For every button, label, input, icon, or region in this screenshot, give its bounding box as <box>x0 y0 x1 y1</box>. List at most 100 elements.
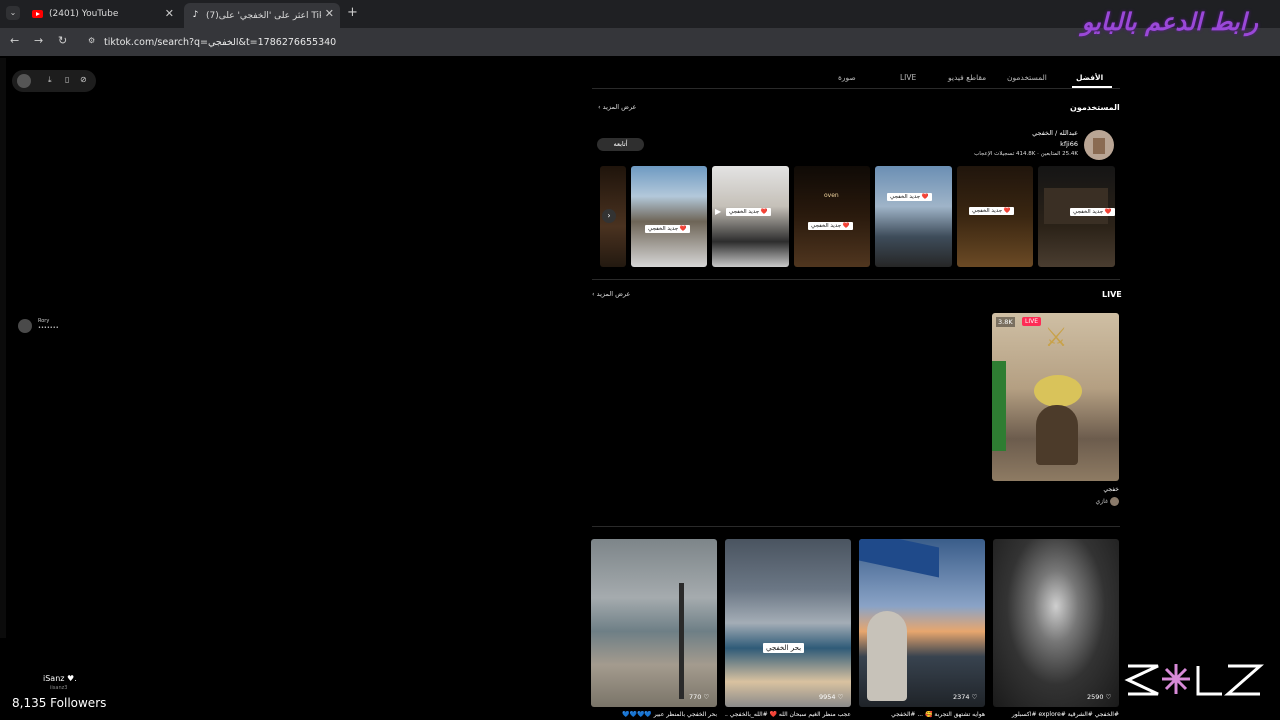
host-name: غازي <box>1095 498 1109 505</box>
live-caption: خفجي <box>1103 486 1119 493</box>
video-caption: عجب منظر الغيم سبحان الله ❤️ #الله_بالخف… <box>725 711 851 718</box>
shop-sign: oven <box>824 192 839 199</box>
followers-label: المتابعين <box>1040 151 1061 157</box>
video-badge: جديد الخفجي ❤️ <box>726 208 771 216</box>
tab-youtube[interactable]: (2401) YouTube ✕ <box>26 3 180 25</box>
youtube-icon <box>32 10 43 18</box>
building-facade <box>1044 188 1108 224</box>
tabs-divider <box>592 88 1120 89</box>
follow-button[interactable]: أتابعه <box>597 138 644 151</box>
live-badge: LIVE <box>1022 317 1042 326</box>
likes-value: 2590 <box>1087 693 1104 701</box>
play-icon: ▶ <box>715 207 722 216</box>
video-card[interactable]: 2374 ♡ <box>859 539 985 707</box>
video-badge: جديد الخفجي ❤️ <box>808 222 853 230</box>
video-likes: 2590 ♡ <box>1087 693 1112 701</box>
person-figure <box>867 611 907 701</box>
tab-videos[interactable]: مقاطع فيديو <box>948 73 986 82</box>
user-video-thumb[interactable]: oven جديد الخفجي ❤️ <box>794 166 870 267</box>
tab-title: (7)اعثر على 'الخفجي' على TikTok <box>206 10 321 21</box>
users-divider <box>592 279 1120 280</box>
streamer-name: iSanz ♥. <box>43 674 77 683</box>
viewer-chip: Rory ••••••• <box>18 318 78 334</box>
new-tab-button[interactable]: + <box>347 5 358 20</box>
live-section-title: LIVE <box>1102 290 1122 299</box>
users-see-more-label: عرض المزيد <box>602 103 637 111</box>
video-caption: #الخفجي #الشرقية #explore #اكسبلور <box>1011 711 1119 718</box>
user-avatar[interactable] <box>1084 130 1114 160</box>
tab-tiktok[interactable]: ♪ (7)اعثر على 'الخفجي' على TikTok ✕ <box>184 3 340 28</box>
tab-top[interactable]: الأفضل <box>1076 73 1103 82</box>
video-card[interactable]: 2590 ♡ <box>993 539 1119 707</box>
user-name[interactable]: عبدالله / الخفجي <box>1000 129 1078 137</box>
support-watermark: رابط الدعم بالبايو <box>1081 8 1258 36</box>
tab-photos[interactable]: صورة <box>838 73 856 82</box>
shower-pole <box>679 583 684 699</box>
video-overlay-text: بحر الخفجي <box>763 643 805 653</box>
video-likes: 2374 ♡ <box>953 693 978 701</box>
user-avatar-figure <box>1093 138 1105 154</box>
search-tabs: الأفضل المستخدمون مقاطع فيديو LIVE صورة <box>820 70 1120 88</box>
user-video-thumb[interactable]: جديد الخفجي ❤️ <box>1038 166 1115 267</box>
video-badge: جديد الخفجي ❤️ <box>1070 208 1115 216</box>
followers-value: 25.4K <box>1062 151 1078 157</box>
tiktok-icon: ♪ <box>192 10 199 20</box>
video-card[interactable]: 770 ♡ <box>591 539 717 707</box>
close-icon[interactable]: ✕ <box>165 7 174 20</box>
tab-users[interactable]: المستخدمون <box>1007 73 1047 82</box>
video-badge: جديد الخفجي ❤️ <box>969 207 1014 215</box>
live-thumbnail[interactable]: ⚔ 3.8K LIVE <box>992 313 1119 481</box>
video-badge: جديد الخفجي ❤️ <box>645 225 690 233</box>
user-handle: kfji66 <box>1060 140 1078 148</box>
live-see-more-label: عرض المزيد <box>596 290 631 298</box>
avatar[interactable] <box>17 74 31 88</box>
live-divider <box>592 526 1120 527</box>
tab-title: (2401) YouTube <box>49 9 119 19</box>
mini-toolbar: ⤓ ▯ ⊘ <box>12 70 96 92</box>
flag-left <box>992 361 1006 451</box>
close-icon[interactable]: ✕ <box>325 7 334 20</box>
video-likes: 9954 ♡ <box>819 693 844 701</box>
video-caption: هوايه تشتهق التجربة 🥰 ... #الخفجي <box>891 711 985 718</box>
likes-value: 414.8K <box>1016 151 1036 157</box>
users-see-more[interactable]: ‹ عرض المزيد <box>598 103 636 111</box>
emblem: ⚔ <box>1044 323 1068 353</box>
live-host: غازي <box>1060 497 1119 506</box>
tab-search-button[interactable]: ⌄ <box>6 6 20 20</box>
umbrella-shape <box>859 539 939 578</box>
followers-count: 8,135 Followers <box>12 696 107 710</box>
carousel-next-button[interactable]: › <box>602 209 616 223</box>
users-section-title: المستخدمون <box>1070 103 1120 112</box>
video-card[interactable]: بحر الخفجي 9954 ♡ <box>725 539 851 707</box>
user-video-thumb[interactable]: جديد الخفجي ❤️ ▶ <box>712 166 789 267</box>
user-video-thumb[interactable]: جديد الخفجي ❤️ <box>957 166 1033 267</box>
download-icon[interactable]: ⤓ <box>48 75 52 85</box>
tab-live[interactable]: LIVE <box>900 73 916 82</box>
user-video-thumb[interactable]: جديد الخفجي ❤️ <box>631 166 707 267</box>
likes-value: 2374 <box>953 693 970 701</box>
compass-icon[interactable]: ⊘ <box>80 75 87 84</box>
likes-value: 9954 <box>819 693 836 701</box>
likes-value: 770 <box>689 693 702 701</box>
streamer-logo <box>1124 664 1264 696</box>
url-text: tiktok.com/search?q=الخفجي&t=17862766553… <box>104 36 337 48</box>
forward-icon[interactable]: → <box>34 34 43 47</box>
video-caption: بحر الخفجي بالمنظر عبير 💙💙💙💙 <box>622 711 717 718</box>
host-avatar <box>1110 497 1119 506</box>
phone-icon[interactable]: ▯ <box>65 75 69 84</box>
left-edge <box>0 58 6 638</box>
video-likes: 770 ♡ <box>689 693 710 701</box>
flowers <box>1034 375 1082 407</box>
viewer-avatar <box>18 319 32 333</box>
viewer-name: Rory <box>38 318 50 324</box>
likes-label: تسجيلات الإعجاب <box>974 151 1015 157</box>
live-viewer-count: 3.8K <box>996 317 1015 327</box>
reload-icon[interactable]: ↻ <box>58 34 67 47</box>
user-video-thumb[interactable]: جديد الخفجي ❤️ <box>875 166 952 267</box>
video-badge: جديد الخفجي ❤️ <box>887 193 932 201</box>
url-field[interactable]: tiktok.com/search?q=الخفجي&t=17862766553… <box>86 33 1256 51</box>
back-icon[interactable]: ← <box>10 34 19 47</box>
person-figure <box>1036 405 1078 465</box>
live-see-more[interactable]: ‹ عرض المزيد <box>592 290 630 298</box>
viewer-sub: ••••••• <box>38 325 59 331</box>
